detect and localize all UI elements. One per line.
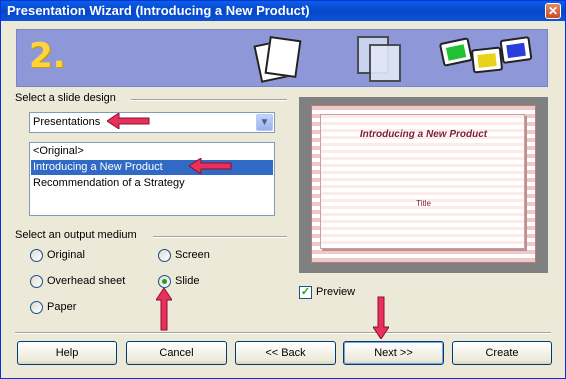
preview-checkbox[interactable]: ✓ <box>299 286 312 299</box>
slide-title: Introducing a New Product <box>359 129 488 140</box>
design-listbox[interactable]: <Original> Introducing a New Product Rec… <box>29 142 275 216</box>
next-button[interactable]: Next >> <box>343 341 444 365</box>
radio-original[interactable] <box>30 249 43 262</box>
wizard-window: Presentation Wizard (Introducing a New P… <box>0 0 566 379</box>
radio-paper[interactable] <box>30 301 43 314</box>
radio-paper-label: Paper <box>47 301 77 313</box>
close-button[interactable]: ✕ <box>545 3 561 19</box>
annotation-arrow-left <box>107 113 150 129</box>
preview-checkbox-label: Preview <box>316 286 356 298</box>
annotation-arrow-down <box>373 296 389 339</box>
step-number: 2. <box>29 36 66 76</box>
list-item-selected[interactable]: Introducing a New Product <box>31 160 273 175</box>
title-bar: Presentation Wizard (Introducing a New P… <box>1 1 565 21</box>
radio-screen[interactable] <box>158 249 171 262</box>
cancel-button[interactable]: Cancel <box>126 341 227 365</box>
radio-overhead-sheet[interactable] <box>30 275 43 288</box>
help-button[interactable]: Help <box>17 341 117 365</box>
output-medium-label: Select an output medium <box>15 229 137 241</box>
annotation-arrow-up <box>156 288 172 331</box>
wizard-banner: 2. <box>16 29 548 87</box>
back-button[interactable]: << Back <box>235 341 336 365</box>
radio-overhead-sheet-label: Overhead sheet <box>47 275 126 287</box>
list-item[interactable]: <Original> <box>31 144 273 159</box>
radio-screen-label: Screen <box>175 249 210 261</box>
create-button[interactable]: Create <box>452 341 552 365</box>
radio-slide[interactable] <box>158 275 171 288</box>
slide-design-label: Select a slide design <box>15 92 116 104</box>
slide-preview: Introducing a New Product Title <box>311 105 536 263</box>
slide-subtitle: Title <box>416 199 431 208</box>
list-item[interactable]: Recommendation of a Strategy <box>31 176 273 191</box>
annotation-arrow-left <box>189 158 232 174</box>
design-category-select[interactable]: Presentations ▼ <box>29 112 275 133</box>
window-title: Presentation Wizard (Introducing a New P… <box>7 3 310 18</box>
radio-slide-label: Slide <box>175 275 200 287</box>
design-category-value: Presentations <box>33 116 101 128</box>
radio-original-label: Original <box>47 249 85 261</box>
preview-pane: Introducing a New Product Title <box>299 97 548 273</box>
chevron-down-icon[interactable]: ▼ <box>256 114 273 131</box>
